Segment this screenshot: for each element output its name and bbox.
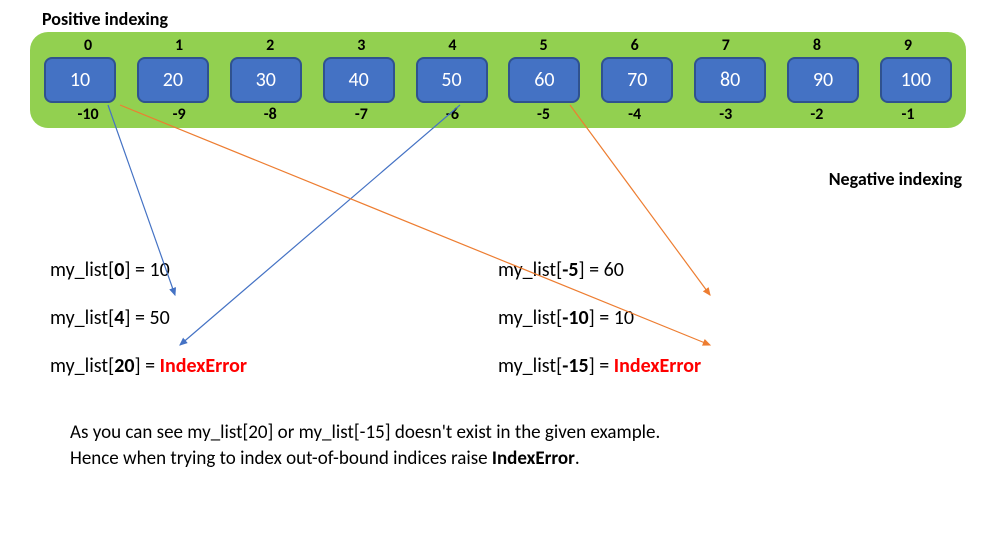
expr-post: ] = — [589, 354, 614, 378]
values-row: 10 20 30 40 50 60 70 80 90 100 — [44, 55, 952, 105]
array-container: 0 1 2 3 4 5 6 7 8 9 10 20 30 40 50 60 70… — [30, 32, 966, 128]
expr-idx: -15 — [562, 354, 588, 378]
expr-err: IndexError — [160, 354, 247, 378]
expr-idx: 20 — [114, 354, 134, 378]
positive-indexing-label: Positive indexing — [42, 8, 966, 30]
expr-pre: my_list[ — [498, 354, 562, 378]
expr-pre: my_list[ — [498, 258, 562, 282]
pos-index: 7 — [690, 36, 762, 55]
expr-pre: my_list[ — [50, 258, 114, 282]
footer-line2-post: . — [575, 447, 580, 470]
expr-pre: my_list[ — [50, 354, 114, 378]
neg-index: -3 — [690, 105, 762, 124]
value-box: 100 — [880, 57, 952, 103]
positive-index-row: 0 1 2 3 4 5 6 7 8 9 — [44, 36, 952, 55]
expr-val: 10 — [614, 306, 634, 330]
example-line: my_list[-5] = 60 — [498, 258, 946, 282]
value-box: 90 — [787, 57, 859, 103]
neg-index: -5 — [508, 105, 580, 124]
footer-line2-pre: Hence when trying to index out-of-bound … — [70, 447, 492, 470]
expr-val: 50 — [150, 306, 170, 330]
pos-index: 8 — [781, 36, 853, 55]
neg-index: -4 — [599, 105, 671, 124]
value-box: 20 — [137, 57, 209, 103]
expr-post: ] = — [135, 354, 160, 378]
example-line: my_list[20] = IndexError — [50, 354, 498, 378]
footer-line1: As you can see my_list[20] or my_list[-1… — [70, 420, 926, 446]
pos-index: 3 — [325, 36, 397, 55]
pos-index: 5 — [508, 36, 580, 55]
expr-post: ] = — [124, 306, 149, 330]
neg-index: -6 — [416, 105, 488, 124]
expr-pre: my_list[ — [50, 306, 114, 330]
neg-index: -9 — [143, 105, 215, 124]
expr-post: ] = — [589, 306, 614, 330]
value-box: 70 — [601, 57, 673, 103]
expr-idx: 0 — [114, 258, 124, 282]
expr-post: ] = — [124, 258, 149, 282]
neg-index: -1 — [872, 105, 944, 124]
expr-idx: -10 — [562, 306, 588, 330]
value-box: 30 — [230, 57, 302, 103]
value-box: 50 — [416, 57, 488, 103]
expr-idx: -5 — [562, 258, 578, 282]
negative-index-row: -10 -9 -8 -7 -6 -5 -4 -3 -2 -1 — [44, 105, 952, 124]
left-examples: my_list[0] = 10 my_list[4] = 50 my_list[… — [50, 258, 498, 402]
pos-index: 6 — [599, 36, 671, 55]
pos-index: 2 — [234, 36, 306, 55]
neg-index: -2 — [781, 105, 853, 124]
example-line: my_list[-10] = 10 — [498, 306, 946, 330]
expr-err: IndexError — [614, 354, 701, 378]
expr-val: 10 — [150, 258, 170, 282]
value-box: 60 — [508, 57, 580, 103]
neg-index: -8 — [234, 105, 306, 124]
pos-index: 4 — [416, 36, 488, 55]
example-line: my_list[-15] = IndexError — [498, 354, 946, 378]
neg-index: -7 — [325, 105, 397, 124]
negative-indexing-label: Negative indexing — [829, 168, 962, 190]
neg-index: -10 — [52, 105, 124, 124]
expr-val: 60 — [604, 258, 624, 282]
value-box: 80 — [694, 57, 766, 103]
value-box: 10 — [44, 57, 116, 103]
expr-post: ] = — [579, 258, 604, 282]
expr-idx: 4 — [114, 306, 124, 330]
pos-index: 0 — [52, 36, 124, 55]
value-box: 40 — [323, 57, 395, 103]
pos-index: 9 — [872, 36, 944, 55]
example-line: my_list[4] = 50 — [50, 306, 498, 330]
right-examples: my_list[-5] = 60 my_list[-10] = 10 my_li… — [498, 258, 946, 402]
pos-index: 1 — [143, 36, 215, 55]
examples-section: my_list[0] = 10 my_list[4] = 50 my_list[… — [30, 258, 966, 402]
footer-explanation: As you can see my_list[20] or my_list[-1… — [30, 420, 966, 471]
footer-line2-bold: IndexError — [492, 447, 575, 470]
example-line: my_list[0] = 10 — [50, 258, 498, 282]
expr-pre: my_list[ — [498, 306, 562, 330]
footer-line2: Hence when trying to index out-of-bound … — [70, 446, 926, 472]
